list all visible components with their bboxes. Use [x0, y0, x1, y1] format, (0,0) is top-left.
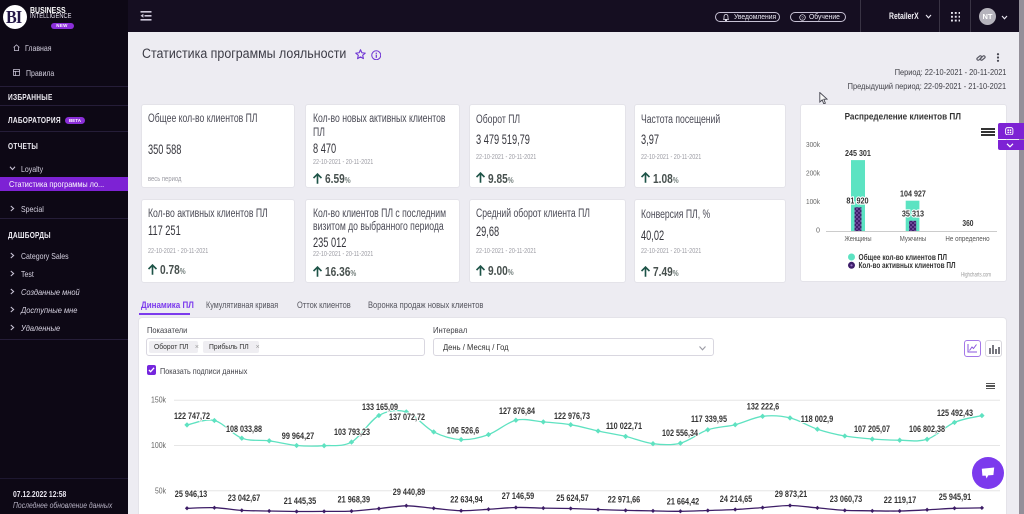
- svg-text:Мужчины: Мужчины: [900, 234, 926, 243]
- svg-text:Женщины: Женщины: [845, 234, 872, 243]
- svg-text:110 022,71: 110 022,71: [606, 421, 642, 431]
- svg-text:25 946,13: 25 946,13: [175, 489, 207, 499]
- svg-text:22 971,66: 22 971,66: [608, 495, 640, 505]
- svg-text:107 205,07: 107 205,07: [854, 424, 890, 434]
- svg-text:117 339,95: 117 339,95: [691, 414, 727, 424]
- svg-text:125 492,43: 125 492,43: [937, 408, 973, 418]
- svg-text:29 873,21: 29 873,21: [775, 489, 807, 499]
- svg-text:27 146,59: 27 146,59: [502, 491, 534, 501]
- svg-text:50k: 50k: [155, 486, 167, 495]
- svg-text:150k: 150k: [151, 396, 167, 405]
- svg-text:118 002,9: 118 002,9: [801, 414, 833, 424]
- svg-text:Распределение клиентов ПЛ: Распределение клиентов ПЛ: [845, 112, 962, 123]
- svg-text:300k: 300k: [806, 140, 820, 149]
- svg-text:23 060,73: 23 060,73: [830, 494, 862, 504]
- svg-text:21 664,42: 21 664,42: [667, 497, 699, 507]
- svg-text:29 440,89: 29 440,89: [393, 487, 425, 497]
- svg-text:103 793,23: 103 793,23: [334, 427, 370, 437]
- svg-text:35 313: 35 313: [902, 209, 924, 219]
- svg-text:122 747,72: 122 747,72: [174, 411, 210, 421]
- svg-text:133 165,09: 133 165,09: [362, 402, 398, 412]
- svg-text:23 042,67: 23 042,67: [228, 493, 260, 503]
- svg-text:24 214,65: 24 214,65: [720, 494, 752, 504]
- svg-text:127 876,84: 127 876,84: [499, 406, 535, 416]
- svg-text:22 119,17: 22 119,17: [884, 495, 916, 505]
- svg-text:?: ?: [801, 16, 804, 21]
- svg-text:Не определено: Не определено: [945, 234, 989, 243]
- svg-text:104 927: 104 927: [900, 188, 926, 198]
- svg-text:132 222,6: 132 222,6: [747, 402, 779, 412]
- svg-text:100k: 100k: [806, 197, 820, 206]
- svg-text:25 945,91: 25 945,91: [939, 492, 971, 502]
- svg-text:25 624,57: 25 624,57: [556, 493, 588, 503]
- svg-text:200k: 200k: [806, 169, 820, 178]
- svg-text:21 445,35: 21 445,35: [284, 496, 316, 506]
- svg-text:360: 360: [962, 218, 973, 228]
- svg-text:137 072,72: 137 072,72: [389, 412, 425, 422]
- svg-text:81 920: 81 920: [846, 195, 868, 205]
- svg-text:Highcharts.com: Highcharts.com: [961, 272, 991, 279]
- svg-text:106 526,6: 106 526,6: [447, 426, 479, 436]
- svg-text:22 634,94: 22 634,94: [450, 495, 482, 505]
- svg-text:245 301: 245 301: [845, 148, 871, 158]
- svg-text:108 033,88: 108 033,88: [226, 424, 262, 434]
- svg-text:122 976,73: 122 976,73: [554, 411, 590, 421]
- svg-text:100k: 100k: [151, 441, 167, 450]
- svg-text:106 802,38: 106 802,38: [909, 424, 945, 434]
- svg-text:102 556,34: 102 556,34: [662, 428, 698, 438]
- svg-text:0: 0: [816, 226, 820, 235]
- svg-text:99 964,27: 99 964,27: [282, 431, 314, 441]
- svg-text:Кол-во активных клиентов ПЛ: Кол-во активных клиентов ПЛ: [859, 261, 956, 270]
- svg-text:21 968,39: 21 968,39: [338, 495, 370, 505]
